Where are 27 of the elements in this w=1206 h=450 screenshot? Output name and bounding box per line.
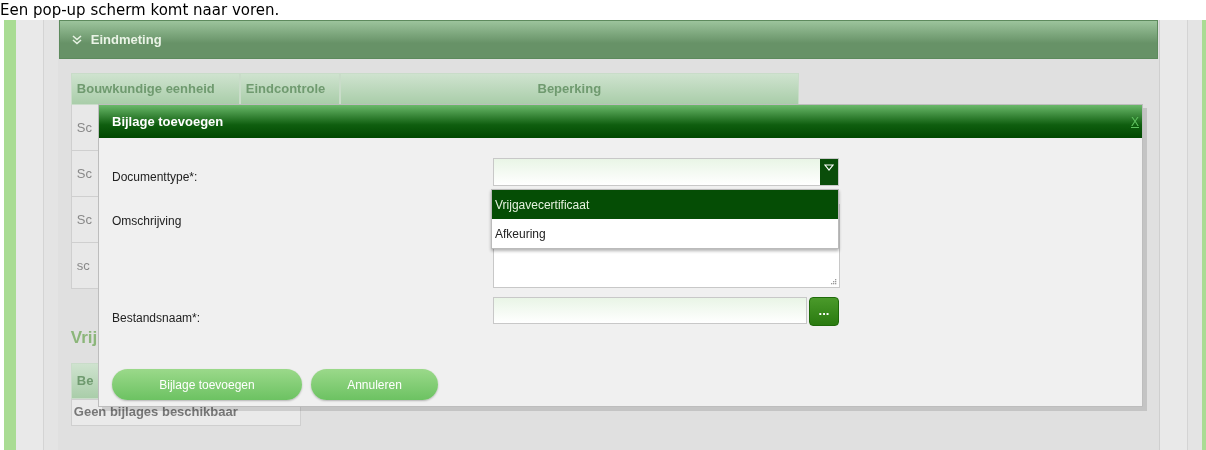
browse-button[interactable]: ... xyxy=(809,297,839,326)
close-link[interactable]: X xyxy=(1131,112,1139,131)
caret-down-icon xyxy=(824,164,834,171)
filename-field[interactable] xyxy=(493,297,807,324)
column-header: Beperking xyxy=(339,73,799,105)
table-cell-text: sc xyxy=(75,256,90,275)
field-label: Bestandsnaam*: xyxy=(112,311,201,325)
dialog-button[interactable]: Bijlage toevoegen xyxy=(112,369,302,400)
column-header: Eindcontrole xyxy=(239,73,340,105)
table-cell-text: Sc xyxy=(75,164,92,183)
column-header: Be xyxy=(75,371,94,390)
field-label: Documenttype*: xyxy=(112,170,198,184)
dialog-button[interactable]: Annuleren xyxy=(311,369,438,400)
table-cell-text: Sc xyxy=(75,118,92,137)
section-title: Eindmeting xyxy=(90,30,162,49)
dialog-title: Bijlage toevoegen xyxy=(112,112,224,131)
resize-grip-icon xyxy=(830,278,837,285)
dropdown-field[interactable] xyxy=(493,158,839,186)
dropdown-option[interactable]: Vrijgavecertificaat xyxy=(492,190,838,219)
field-label: Omschrijving xyxy=(112,214,182,228)
section-header[interactable]: Eindmeting xyxy=(58,20,1159,59)
caption-text: Een pop-up scherm komt naar voren. xyxy=(0,0,280,20)
dropdown-arrow-button[interactable] xyxy=(820,159,838,185)
table-cell-text: Sc xyxy=(75,210,92,229)
column-header: Bouwkundige eenheid xyxy=(70,73,240,105)
section-heading: Vrij xyxy=(70,327,99,349)
dropdown-option[interactable]: Afkeuring xyxy=(492,219,838,248)
